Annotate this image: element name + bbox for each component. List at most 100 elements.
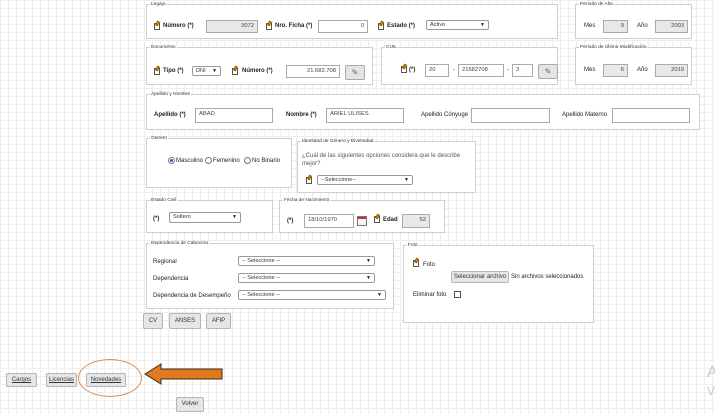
afip-button[interactable]: AFIP bbox=[206, 313, 231, 329]
masculino-label: Masculino bbox=[176, 158, 204, 164]
genero-legend: Genero bbox=[151, 136, 167, 141]
documento-legend: Documento bbox=[151, 45, 176, 50]
cuil-req-label: (*) bbox=[409, 67, 416, 73]
estado-value: Activo bbox=[430, 22, 446, 28]
cuil-part1-input[interactable]: 20 bbox=[425, 64, 449, 77]
licencias-label: Licencias bbox=[48, 377, 74, 383]
corner-letter-a: A bbox=[707, 364, 715, 381]
cuil-sep-1: - bbox=[453, 67, 455, 73]
legajo-legend: Legajo bbox=[151, 2, 166, 7]
dependencia-legend: Dependencia de Cabecera bbox=[151, 241, 209, 246]
pencil-icon bbox=[154, 66, 160, 75]
pencil-icon bbox=[266, 21, 272, 30]
identidad-select[interactable]: --Seleccione-- ▼ bbox=[317, 175, 413, 185]
foto-legend: Foto bbox=[408, 243, 418, 248]
modif-mes-input[interactable]: 6 bbox=[603, 64, 628, 77]
licencias-link[interactable]: Licencias bbox=[46, 373, 77, 387]
estado-civil-req: (*) bbox=[153, 216, 160, 222]
modif-anio-input[interactable]: 2019 bbox=[655, 64, 688, 77]
estado-civil-select[interactable]: Soltero ▼ bbox=[169, 212, 241, 223]
masculino-radio[interactable] bbox=[168, 157, 175, 164]
anses-button[interactable]: ANSES bbox=[169, 313, 201, 329]
nombre-input[interactable]: ARIEL ULISES bbox=[326, 108, 404, 123]
pencil-icon bbox=[306, 175, 312, 184]
apellido-input[interactable]: ABAD bbox=[195, 108, 273, 123]
apellido-label: Apellido (*) bbox=[154, 112, 186, 118]
cuil-sep-2: - bbox=[507, 67, 509, 73]
pencil-icon bbox=[374, 214, 380, 223]
chevron-down-icon: ▼ bbox=[377, 292, 382, 298]
volver-button[interactable]: Volver bbox=[176, 397, 204, 412]
no-binario-label: No Binario bbox=[252, 158, 281, 164]
identidad-question: ¿Cuál de las siguientes opciones conside… bbox=[302, 153, 461, 167]
materno-input[interactable] bbox=[612, 108, 690, 123]
paperclip-icon: ✎ bbox=[544, 67, 552, 76]
identidad-value: --Seleccione-- bbox=[321, 177, 356, 183]
chevron-down-icon: ▼ bbox=[212, 68, 217, 74]
pencil-icon bbox=[378, 21, 384, 30]
numero-legajo-input[interactable]: 3072 bbox=[206, 20, 258, 33]
nacimiento-req: (*) bbox=[287, 218, 294, 224]
pencil-icon bbox=[232, 66, 238, 75]
estado-civil-value: Soltero bbox=[173, 214, 191, 220]
eliminar-foto-checkbox[interactable] bbox=[454, 291, 461, 298]
arrow-left-icon bbox=[144, 363, 223, 385]
cargos-link[interactable]: Cargos bbox=[6, 373, 37, 387]
modif-anio-label: Año bbox=[637, 67, 648, 73]
cv-button[interactable]: CV bbox=[143, 313, 163, 329]
conyuge-input[interactable] bbox=[471, 108, 550, 123]
numero-label: Número (*) bbox=[163, 23, 194, 29]
tipo-documento-value: DNI bbox=[196, 68, 206, 74]
highlight-circle bbox=[78, 359, 142, 397]
conyuge-label: Apellido Cónyuge bbox=[421, 112, 469, 118]
cuil-legend: CUIL bbox=[386, 45, 397, 50]
alta-mes-label: Mes bbox=[584, 23, 596, 29]
estado-label: Estado (*) bbox=[387, 23, 416, 29]
femenino-radio[interactable] bbox=[205, 157, 212, 164]
chevron-down-icon: ▼ bbox=[366, 275, 371, 281]
estado-select[interactable]: Activo ▼ bbox=[426, 20, 489, 30]
fecha-nacimiento-input[interactable]: 18/10/1970 bbox=[304, 214, 354, 228]
no-binario-radio[interactable] bbox=[244, 157, 251, 164]
corner-letter-v: V bbox=[707, 384, 715, 398]
attach-cuil-button[interactable]: ✎ bbox=[538, 64, 558, 79]
ficha-label: Nro. Ficha (*) bbox=[275, 23, 313, 29]
regional-select[interactable]: -- Seleccione -- ▼ bbox=[238, 256, 375, 266]
nombre-label: Nombre (*) bbox=[286, 112, 317, 118]
desempeno-value: -- Seleccione -- bbox=[242, 292, 280, 298]
paperclip-icon: ✎ bbox=[351, 68, 359, 77]
dependencia-label: Dependencia bbox=[153, 276, 189, 282]
alta-mes-input[interactable]: 9 bbox=[603, 20, 628, 33]
chevron-down-icon: ▼ bbox=[404, 177, 409, 183]
chevron-down-icon: ▼ bbox=[480, 22, 485, 28]
foto-label: Foto bbox=[423, 262, 436, 268]
regional-label: Regional bbox=[153, 259, 177, 265]
edad-input[interactable]: 52 bbox=[402, 214, 430, 228]
modif-mes-label: Mes bbox=[584, 67, 596, 73]
tipo-documento-select[interactable]: DNI ▼ bbox=[192, 66, 221, 76]
no-file-label: Sin archivos seleccionados bbox=[511, 274, 584, 280]
cuil-part3-input[interactable]: 3 bbox=[512, 64, 533, 77]
femenino-label: Femenino bbox=[213, 158, 240, 164]
cuil-part2-input[interactable]: 21682708 bbox=[458, 64, 504, 77]
alta-anio-label: Año bbox=[637, 23, 648, 29]
identidad-legend: Identidad de Género y Diversidad bbox=[302, 139, 374, 144]
alta-anio-input[interactable]: 2003 bbox=[655, 20, 688, 33]
pencil-icon bbox=[413, 258, 419, 267]
alta-legend: Período de Alta bbox=[580, 2, 613, 7]
dependencia-value: -- Seleccione -- bbox=[242, 275, 280, 281]
seleccionar-archivo-button[interactable]: Seleccionar archivo bbox=[451, 271, 509, 283]
pencil-icon bbox=[401, 64, 407, 73]
cargos-label: Cargos bbox=[11, 377, 32, 383]
doc-numero-input[interactable]: 21.682.708 bbox=[286, 65, 340, 78]
eliminar-foto-label: Eliminar foto bbox=[413, 292, 447, 298]
chevron-down-icon: ▼ bbox=[232, 214, 237, 220]
attach-doc-button[interactable]: ✎ bbox=[345, 65, 365, 80]
nro-ficha-input[interactable]: 0 bbox=[318, 20, 368, 33]
dependencia-select[interactable]: -- Seleccione -- ▼ bbox=[238, 273, 375, 283]
calendar-icon[interactable] bbox=[357, 216, 367, 226]
desempeno-label: Dependencia de Desempeño bbox=[153, 293, 231, 299]
desempeno-select[interactable]: -- Seleccione -- ▼ bbox=[238, 290, 386, 300]
regional-value: -- Seleccione -- bbox=[242, 258, 280, 264]
doc-numero-label: Número (*) bbox=[242, 68, 273, 74]
